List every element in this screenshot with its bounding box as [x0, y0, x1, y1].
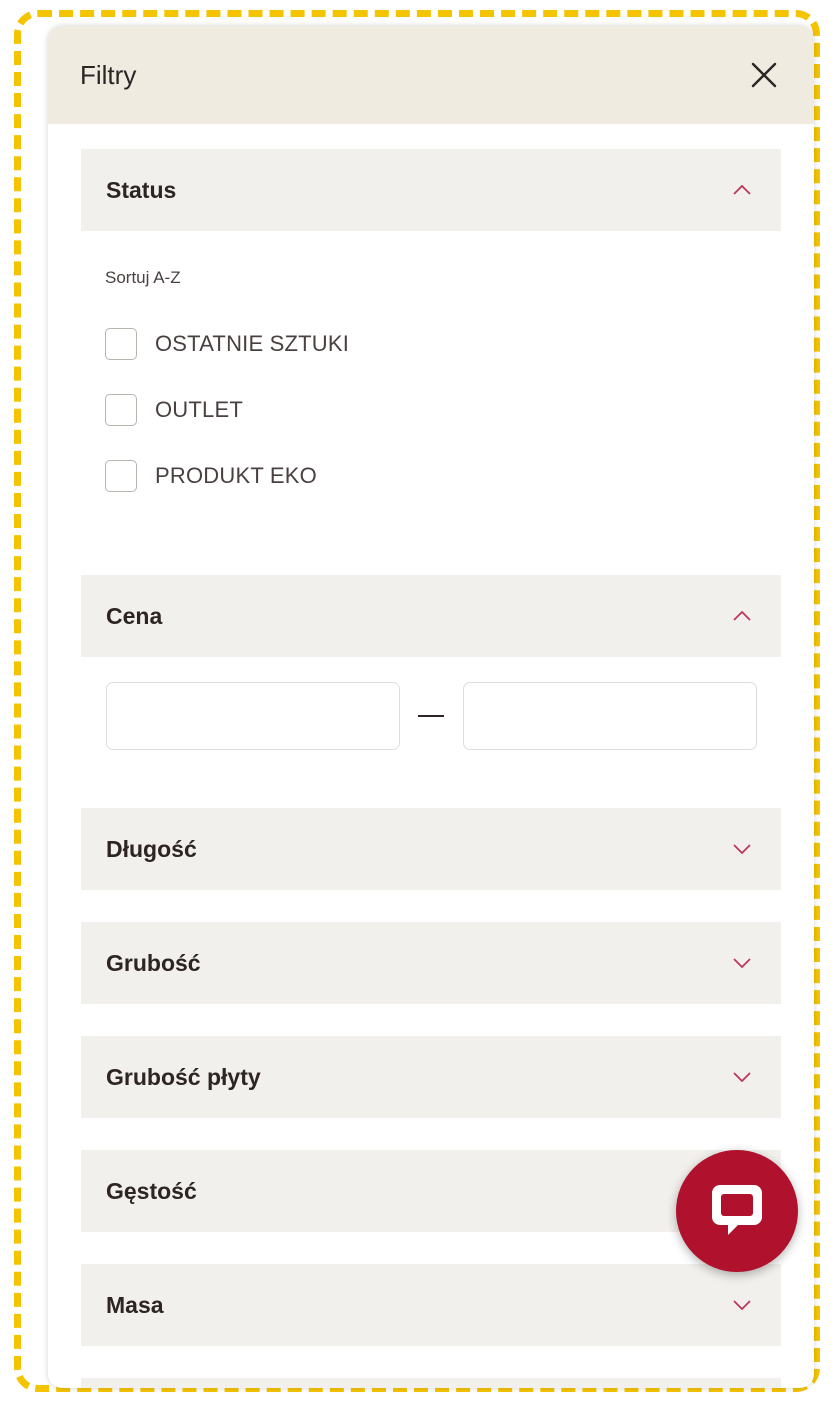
chevron-up-icon	[733, 184, 753, 196]
section-grubosc-plyty-header[interactable]: Grubość płyty	[81, 1036, 781, 1118]
price-max-input[interactable]	[463, 682, 757, 750]
section-title: Gęstość	[106, 1177, 197, 1204]
chat-button[interactable]	[676, 1150, 798, 1272]
section-title: Grubość płyty	[106, 1063, 261, 1090]
section-next-header[interactable]	[81, 1378, 781, 1388]
chat-bubble-icon	[712, 1185, 762, 1235]
close-button[interactable]	[746, 57, 782, 93]
chevron-down-icon	[733, 1299, 753, 1311]
section-dlugosc-header[interactable]: Długość	[81, 808, 781, 890]
section-title: Grubość	[106, 949, 201, 976]
chevron-down-icon	[733, 957, 753, 969]
checkbox-label: OUTLET	[155, 397, 243, 422]
checkbox-label: OSTATNIE SZTUKI	[155, 331, 350, 356]
close-icon	[751, 62, 777, 88]
checkbox-row-ostatnie-sztuki[interactable]: OSTATNIE SZTUKI	[105, 324, 349, 364]
section-grubosc-header[interactable]: Grubość	[81, 922, 781, 1004]
chevron-up-icon	[733, 610, 753, 622]
panel-header: Filtry	[48, 26, 814, 124]
price-min-input[interactable]	[106, 682, 400, 750]
section-masa-header[interactable]: Masa	[81, 1264, 781, 1346]
chevron-down-icon	[733, 843, 753, 855]
checkbox[interactable]	[105, 328, 137, 360]
checkbox[interactable]	[105, 460, 137, 492]
section-title: Masa	[106, 1291, 164, 1318]
section-title: Długość	[106, 835, 197, 862]
chevron-down-icon	[733, 1071, 753, 1083]
price-range-separator	[418, 715, 444, 717]
section-title: Status	[106, 176, 177, 203]
checkbox-label: PRODUKT EKO	[155, 463, 317, 488]
section-status-header[interactable]: Status	[81, 149, 781, 231]
checkbox-row-produkt-eko[interactable]: PRODUKT EKO	[105, 456, 317, 496]
checkbox-row-outlet[interactable]: OUTLET	[105, 390, 243, 430]
checkbox[interactable]	[105, 394, 137, 426]
section-title: Cena	[106, 602, 163, 629]
panel-title: Filtry	[80, 59, 137, 90]
sort-az-link[interactable]: Sortuj A-Z	[105, 268, 181, 288]
section-price-header[interactable]: Cena	[81, 575, 781, 657]
